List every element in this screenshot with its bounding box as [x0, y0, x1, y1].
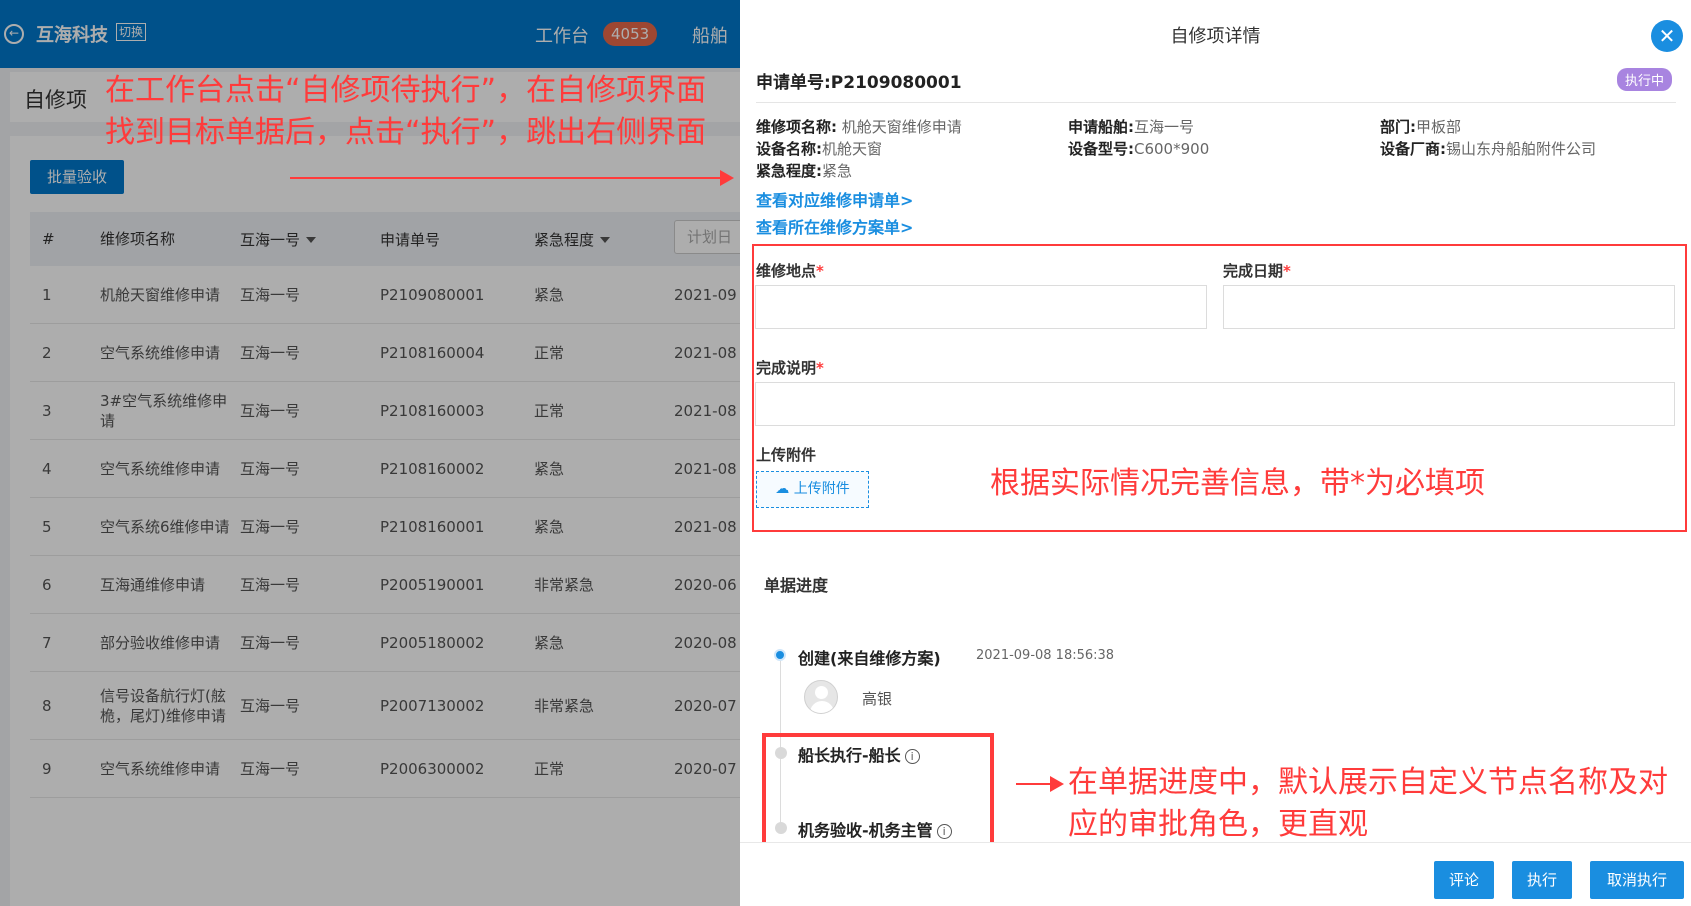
- view-plan-link[interactable]: 查看所在维修方案单>: [756, 214, 913, 238]
- date-label-text: 完成日期: [1223, 262, 1284, 280]
- detail-drawer: 自修项详情 ✕ 申请单号:P2109080001 执行中 维修项名称: 机舱天窗…: [740, 0, 1691, 906]
- date-label: 完成日期*: [1223, 260, 1291, 281]
- divider: [756, 102, 1676, 103]
- info-ship: 申请船舶:互海一号: [1068, 116, 1194, 137]
- info-equip-model-value: C600*900: [1134, 140, 1210, 158]
- avatar: [804, 680, 838, 714]
- desc-label: 完成说明*: [756, 357, 824, 378]
- timeline-highlight-box: [762, 733, 994, 851]
- required-mark: *: [1283, 262, 1291, 280]
- info-urgency: 紧急程度:紧急: [756, 160, 852, 181]
- info-equip-name: 设备名称:机舱天窗: [756, 138, 882, 159]
- arrow-right-icon: [290, 170, 734, 186]
- view-request-link[interactable]: 查看对应维修申请单>: [756, 187, 913, 211]
- annotation-left: 在工作台点击“自修项待执行”，在自修项界面找到目标单据后，点击“执行”，跳出右侧…: [105, 73, 707, 150]
- location-input[interactable]: [755, 285, 1207, 329]
- info-equip-name-value: 机舱天窗: [822, 140, 883, 158]
- completion-date-input[interactable]: [1223, 285, 1675, 329]
- info-dept-label: 部门:: [1380, 118, 1416, 136]
- info-equip-name-label: 设备名称:: [756, 140, 822, 158]
- info-item-name-value: 机舱天窗维修申请: [841, 118, 962, 136]
- timeline-dot-active: [774, 649, 786, 661]
- progress-title: 单据进度: [764, 576, 829, 595]
- timeline-node-time: 2021-09-08 18:56:38: [976, 648, 1115, 663]
- attach-label: 上传附件: [756, 446, 817, 464]
- arrow-right-icon: [1016, 776, 1064, 792]
- info-equip-model: 设备型号:C600*900: [1068, 138, 1209, 159]
- upload-attachment-button[interactable]: ☁ 上传附件: [756, 471, 869, 508]
- drawer-header: 自修项详情 ✕: [740, 0, 1691, 70]
- close-icon[interactable]: ✕: [1651, 20, 1683, 52]
- comment-button[interactable]: 评论: [1434, 861, 1494, 899]
- desc-label-text: 完成说明: [756, 359, 817, 377]
- status-badge: 执行中: [1617, 68, 1673, 91]
- annotation-form: 根据实际情况完善信息，带*为必填项: [990, 466, 1485, 501]
- info-item-name: 维修项名称: 机舱天窗维修申请: [756, 116, 962, 137]
- annotation-timeline: 在单据进度中，默认展示自定义节点名称及对应的审批角色，更直观: [1068, 765, 1668, 842]
- request-number: 申请单号:P2109080001: [756, 73, 962, 93]
- cancel-execute-button[interactable]: 取消执行: [1590, 861, 1684, 899]
- info-ship-label: 申请船舶:: [1068, 118, 1134, 136]
- info-maker-label: 设备厂商:: [1380, 140, 1446, 158]
- drawer-footer: 评论 执行 取消执行: [740, 842, 1691, 906]
- execute-button[interactable]: 执行: [1512, 861, 1572, 899]
- info-item-name-label: 维修项名称:: [756, 118, 837, 136]
- upload-button-label: 上传附件: [793, 481, 850, 497]
- info-urgency-value: 紧急: [822, 162, 853, 180]
- info-urgency-label: 紧急程度:: [756, 162, 822, 180]
- info-maker-value: 锡山东舟船舶附件公司: [1446, 140, 1597, 158]
- drawer-title: 自修项详情: [1170, 26, 1261, 47]
- info-ship-value: 互海一号: [1134, 118, 1195, 136]
- timeline-node-create: 创建(来自维修方案): [798, 649, 941, 668]
- required-mark: *: [816, 262, 824, 280]
- info-dept: 部门:甲板部: [1380, 116, 1461, 137]
- completion-desc-input[interactable]: [755, 382, 1675, 426]
- timeline-node-person: 高银: [862, 690, 893, 708]
- info-equip-model-label: 设备型号:: [1068, 140, 1134, 158]
- info-dept-value: 甲板部: [1416, 118, 1462, 136]
- info-maker: 设备厂商:锡山东舟船舶附件公司: [1380, 138, 1596, 159]
- cloud-upload-icon: ☁: [775, 481, 790, 497]
- location-label-text: 维修地点: [756, 262, 817, 280]
- required-mark: *: [816, 359, 824, 377]
- location-label: 维修地点*: [756, 260, 824, 281]
